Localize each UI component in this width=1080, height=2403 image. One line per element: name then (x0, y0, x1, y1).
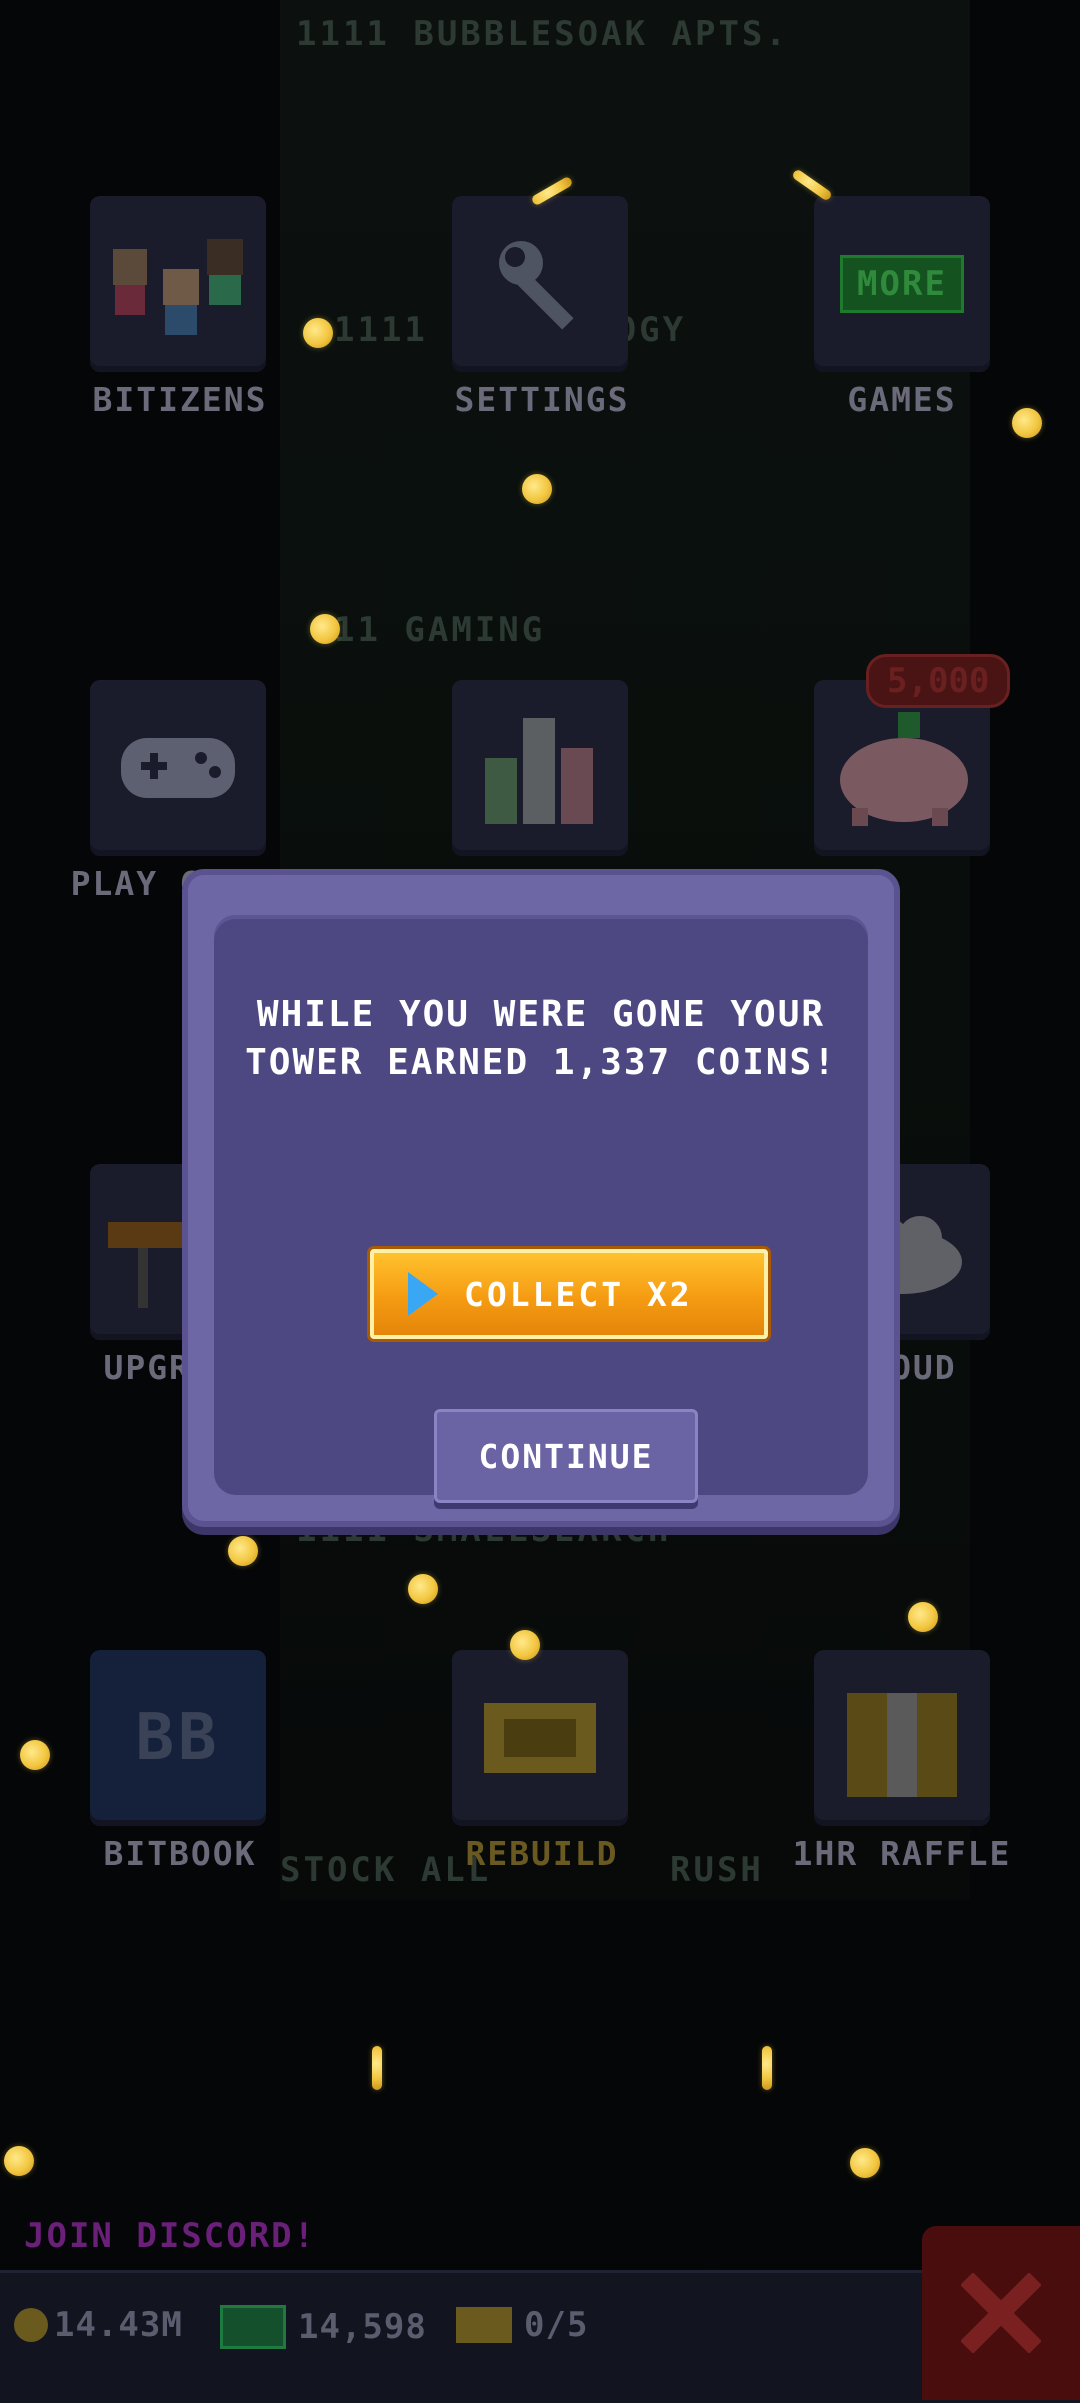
close-button[interactable] (922, 2226, 1080, 2400)
piggy-badge: 5,000 (866, 654, 1011, 708)
settings-button[interactable] (452, 196, 628, 372)
dialog-body: WHILE YOU WERE GONE YOUR TOWER EARNED 1,… (214, 915, 868, 1503)
wrench-icon (499, 241, 574, 330)
join-discord-link[interactable]: JOIN DISCORD! (24, 2216, 316, 2256)
bitbook-icon: BB (135, 1701, 221, 1775)
ticket-icon (456, 2307, 512, 2343)
floor-label-rush: RUSH (670, 1850, 764, 1890)
raffle-label: 1HR RAFFLE (792, 1834, 1012, 1873)
coin-particle (303, 318, 333, 348)
coin-icon (14, 2308, 48, 2342)
continue-button[interactable]: CONTINUE (434, 1409, 698, 1503)
more-badge: MORE (840, 255, 964, 313)
settings-label: SETTINGS (454, 380, 630, 419)
coin-particle (372, 2046, 382, 2090)
bux-value: 14,598 (298, 2307, 427, 2347)
offline-earnings-dialog: WHILE YOU WERE GONE YOUR TOWER EARNED 1,… (188, 875, 894, 1521)
coin-particle (762, 2046, 772, 2090)
coin-particle (522, 474, 552, 504)
collect-x2-label: COLLECT X2 (464, 1274, 693, 1314)
buildings-icon (485, 718, 593, 824)
more-games-button[interactable]: MORE (814, 196, 990, 372)
raffle-button[interactable] (814, 1650, 990, 1826)
coin-particle (20, 1740, 50, 1770)
collect-x2-button[interactable]: COLLECT X2 (370, 1249, 768, 1339)
coin-particle (310, 614, 340, 644)
tickets-value: 0/5 (524, 2305, 589, 2345)
bitbook-label: BITBOOK (103, 1834, 257, 1873)
currency-bar: 14.43M 14,598 0/5 (0, 2270, 1080, 2403)
ticket-icon (484, 1703, 596, 1773)
floor-label-gaming: 11 GAMING (334, 610, 546, 650)
bitbook-button[interactable]: BB (90, 1650, 266, 1826)
rebuild-label: REBUILD (465, 1834, 619, 1873)
floor-label-apts: 1111 BUBBLESOAK APTS. (296, 14, 789, 54)
coin-particle (4, 2146, 34, 2176)
bux-stat: 14,598 (220, 2305, 427, 2349)
gamepad-icon (121, 738, 235, 798)
coins-value: 14.43M (54, 2305, 183, 2345)
earnings-message: WHILE YOU WERE GONE YOUR TOWER EARNED 1,… (234, 991, 848, 1087)
coins-stat: 14.43M (14, 2305, 183, 2345)
coin-particle (510, 1630, 540, 1660)
play-games-button[interactable] (90, 680, 266, 856)
bitizens-icon (113, 239, 243, 335)
city-button[interactable] (452, 680, 628, 856)
earnings-message-line2: TOWER EARNED 1,337 COINS! (245, 1042, 837, 1083)
coin-particle (850, 2148, 880, 2178)
tickets-stat: 0/5 (456, 2305, 588, 2345)
piggy-bank-icon (840, 712, 968, 826)
play-video-icon (408, 1272, 438, 1316)
rebuild-button[interactable] (452, 1650, 628, 1826)
gift-icon (847, 1693, 957, 1797)
coin-particle (1012, 408, 1042, 438)
coin-particle (408, 1574, 438, 1604)
close-icon (961, 2273, 1041, 2353)
games-label: GAMES (847, 380, 957, 419)
earnings-message-line1: WHILE YOU WERE GONE YOUR (256, 994, 826, 1035)
bux-icon (220, 2305, 286, 2349)
bitizens-label: BITIZENS (92, 380, 268, 419)
coin-particle (908, 1602, 938, 1632)
bitizens-button[interactable] (90, 196, 266, 372)
coin-particle (228, 1536, 258, 1566)
